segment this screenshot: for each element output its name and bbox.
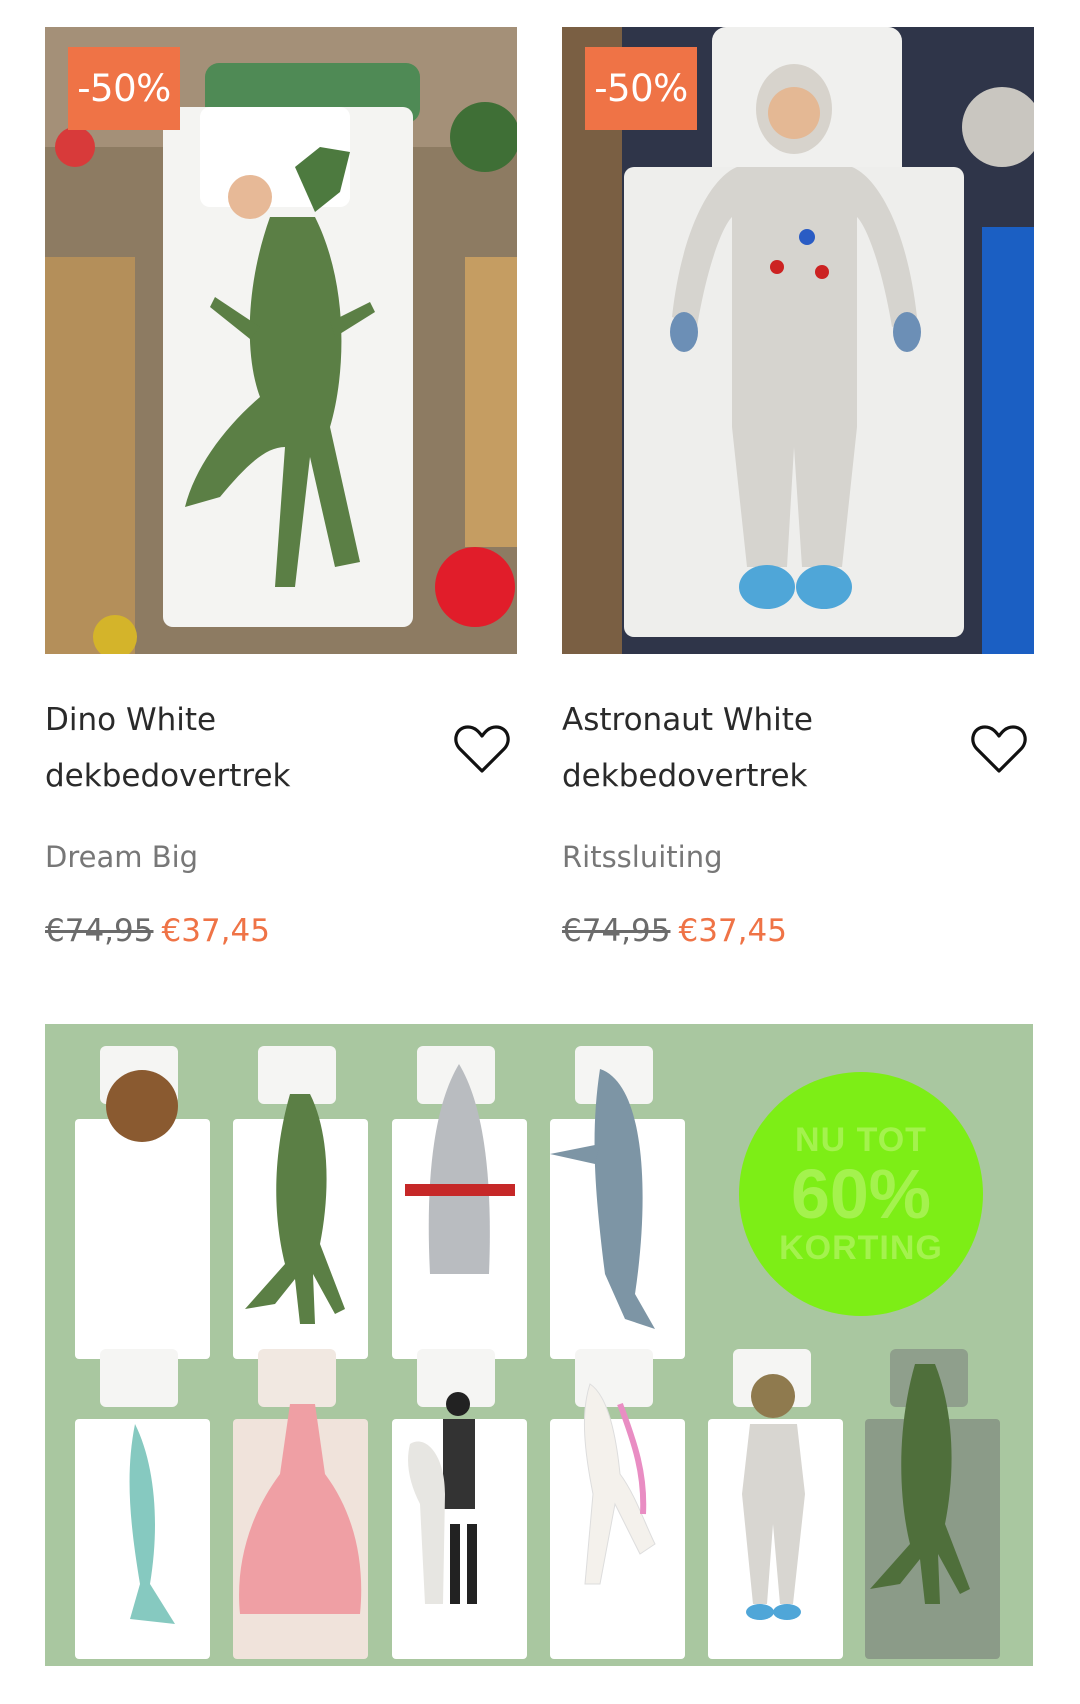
- heart-outline-icon[interactable]: [970, 723, 1028, 775]
- old-price: €74,95: [562, 913, 671, 949]
- astronaut-duvet-photo[interactable]: -50%: [562, 27, 1034, 654]
- product-subtitle: Ritssluiting: [562, 840, 723, 874]
- dino-duvet-photo[interactable]: -50%: [45, 27, 517, 654]
- duvet-dino: [233, 1046, 368, 1359]
- product-title-line1[interactable]: Astronaut White: [562, 692, 942, 748]
- price-block: €74,95 €37,45: [562, 913, 787, 949]
- duvet-horse-rider: [392, 1349, 527, 1659]
- duvet-astronaut: [708, 1349, 843, 1659]
- discount-badge: -50%: [68, 47, 180, 130]
- promo-line3: KORTING: [779, 1229, 943, 1267]
- product-subtitle: Dream Big: [45, 840, 199, 874]
- promo-line2: 60%: [790, 1155, 932, 1233]
- promo-discount-circle[interactable]: NU TOT 60% KORTING: [739, 1072, 983, 1316]
- product-title-line2[interactable]: dekbedovertrek: [562, 748, 942, 804]
- old-price: €74,95: [45, 913, 154, 949]
- duvet-teddy: [75, 1046, 210, 1359]
- duvet-shark: [550, 1046, 685, 1359]
- promo-banner[interactable]: NU TOT 60% KORTING: [45, 1024, 1033, 1666]
- discount-badge: -50%: [585, 47, 697, 130]
- duvet-dino-green: [865, 1349, 1000, 1659]
- duvet-unicorn: [550, 1349, 685, 1659]
- product-title[interactable]: Astronaut White dekbedovertrek: [562, 692, 942, 804]
- duvet-rocket: [392, 1046, 527, 1359]
- promo-line1: NU TOT: [795, 1121, 927, 1159]
- price-block: €74,95 €37,45: [45, 913, 270, 949]
- sale-price: €37,45: [678, 913, 787, 949]
- product-card-dino[interactable]: -50% Dino White dekbedovertrek Dream Big…: [45, 27, 517, 949]
- heart-outline-icon[interactable]: [453, 723, 511, 775]
- product-title-line1[interactable]: Dino White: [45, 692, 425, 748]
- product-title-line2[interactable]: dekbedovertrek: [45, 748, 425, 804]
- duvet-princess: [233, 1349, 368, 1659]
- product-title[interactable]: Dino White dekbedovertrek: [45, 692, 425, 804]
- sale-price: €37,45: [161, 913, 270, 949]
- product-card-astronaut[interactable]: -50% Astronaut White dekbedovertrek Rits…: [562, 27, 1034, 949]
- duvet-mermaid: [75, 1349, 210, 1659]
